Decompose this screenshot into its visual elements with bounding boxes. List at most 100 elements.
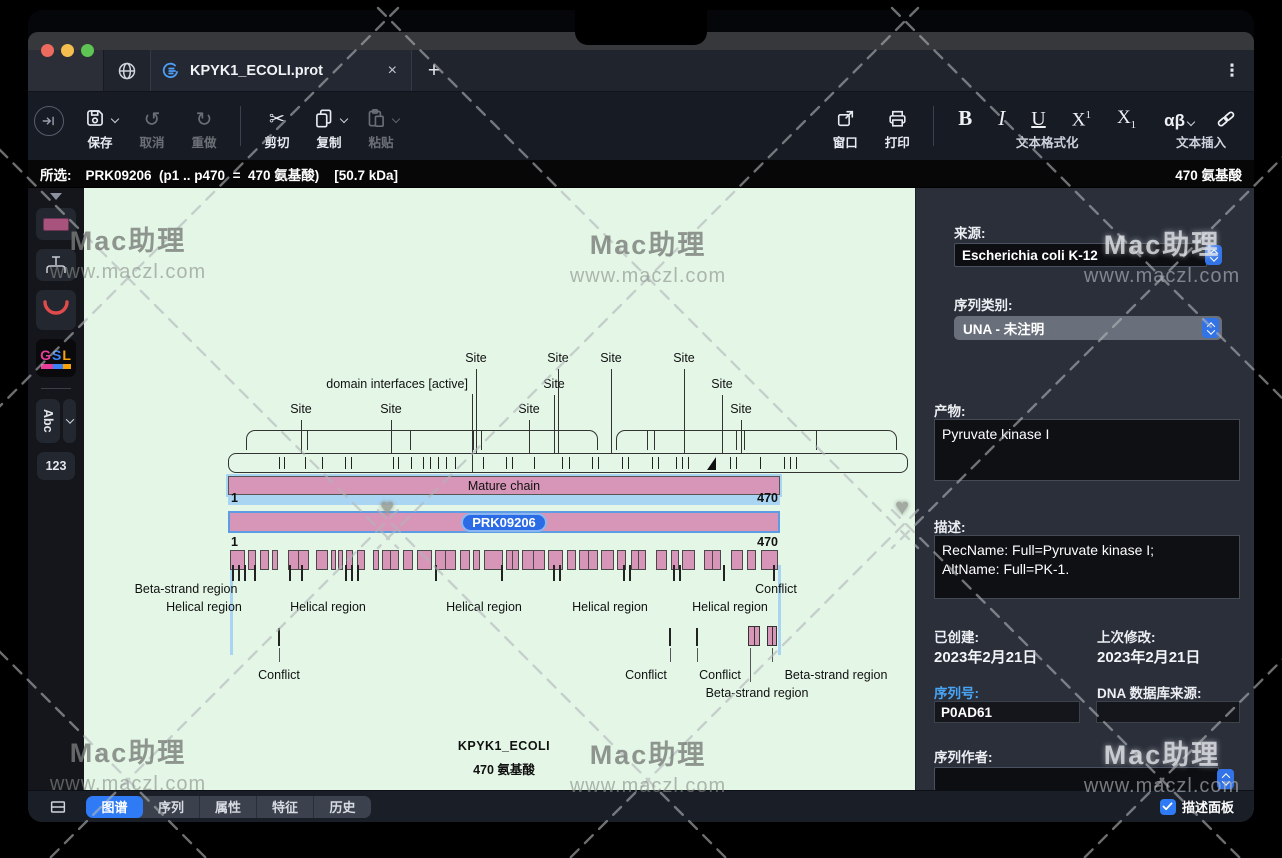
feature-block [522, 550, 545, 570]
tab-map[interactable]: 图谱 [86, 795, 143, 818]
gsl-color-tool[interactable]: GSL [36, 339, 76, 377]
selected-sequence-bar[interactable]: PRK09206 [228, 511, 780, 533]
printer-icon [886, 107, 909, 130]
heart-watermark: ♥ [895, 494, 910, 521]
external-window-icon [834, 107, 857, 130]
mature-chain-bar[interactable]: Mature chain [228, 476, 780, 495]
region-tick [289, 565, 292, 581]
site-label: Site [380, 402, 402, 416]
bold-button[interactable]: B [958, 106, 972, 131]
cut-button[interactable]: ✂ 剪切 [251, 102, 303, 151]
strip-tick [534, 457, 536, 469]
description-panel-label: 描述面板 [1181, 800, 1234, 815]
strip-tick [796, 457, 798, 469]
new-tab-button[interactable]: + [412, 50, 456, 91]
alphabet-button[interactable]: αβ [1164, 111, 1196, 131]
description-panel-toggle[interactable]: 描述面板 [1159, 797, 1234, 816]
description-textarea[interactable]: RecName: Full=Pyruvate kinase I; AltName… [934, 535, 1240, 599]
sequence-type-select[interactable]: UNA - 未注明 [954, 316, 1222, 340]
abc-tool-expander[interactable] [63, 399, 76, 443]
paste-button[interactable]: 粘贴 [355, 102, 407, 151]
bracket-tick [736, 431, 738, 450]
strip-tick [455, 457, 457, 469]
arc-icon [43, 300, 69, 315]
tab-features[interactable]: 特征 [257, 795, 314, 818]
window-button[interactable]: 窗口 [819, 102, 871, 151]
strip-tick [628, 457, 630, 469]
product-textarea[interactable]: Pyruvate kinase I [934, 419, 1240, 481]
camera-notch [575, 10, 707, 45]
checkbox-checked-icon[interactable] [1159, 798, 1176, 815]
strip-tick [423, 457, 425, 469]
save-icon [83, 106, 107, 130]
region-tick [244, 565, 247, 581]
numbering-tool[interactable]: 123 [37, 452, 75, 480]
author-label: 序列作者: [934, 750, 993, 765]
document-icon [161, 61, 181, 81]
author-input[interactable] [934, 767, 1219, 790]
close-window-button[interactable] [41, 44, 54, 57]
feature-strip[interactable] [228, 453, 908, 473]
save-button[interactable]: 保存 [74, 102, 126, 151]
tab-history[interactable]: 历史 [314, 796, 371, 818]
strip-tick [682, 457, 684, 469]
strip-tick [598, 457, 600, 469]
overflow-menu-icon[interactable]: ⋮ [1210, 50, 1254, 91]
ruler-start: 1 [231, 491, 238, 505]
annotation-color-tool[interactable] [36, 208, 76, 240]
feature-block [761, 550, 778, 570]
region-label: Helical region [290, 600, 366, 614]
tab-close-icon[interactable]: × [384, 62, 401, 80]
selection-status-bar: 所选: PRK09206 (p1 .. p470 = 470 氨基酸) [50.… [28, 160, 1254, 188]
color-chip-icon [43, 217, 69, 231]
tab-title: KPYK1_ECOLI.prot [190, 62, 323, 79]
strip-tick [512, 457, 514, 469]
feature-block [338, 550, 343, 570]
abc-text-tool[interactable]: Abc [36, 399, 60, 443]
globe-icon[interactable] [104, 50, 150, 91]
arc-tool[interactable] [36, 290, 76, 330]
superscript-button[interactable]: X1 [1072, 109, 1091, 131]
strip-tick [652, 457, 654, 469]
copy-button[interactable]: 复制 [303, 102, 355, 151]
view-tabs: 图谱 序列 属性 特征 历史 [86, 795, 371, 818]
feature-block [704, 550, 721, 570]
region-connector [279, 648, 280, 662]
undo-button[interactable]: ↺ 取消 [126, 102, 178, 151]
strip-tick [622, 457, 624, 469]
bracket-tick [473, 431, 475, 450]
source-input[interactable] [954, 243, 1207, 267]
strip-tick [784, 457, 786, 469]
strip-tick [430, 457, 432, 469]
tab-properties[interactable]: 属性 [200, 795, 257, 818]
author-stepper-icon[interactable] [1217, 769, 1234, 789]
split-view-icon[interactable] [48, 797, 68, 817]
bracket-tool[interactable] [36, 249, 76, 281]
feature-block-divider [712, 551, 713, 569]
bracket-tick [647, 431, 649, 450]
sequence-length: 470 氨基酸 [473, 763, 535, 777]
scroll-up-icon[interactable] [50, 193, 62, 200]
tab-sequence[interactable]: 序列 [143, 795, 200, 818]
region-tick [723, 565, 726, 581]
minimize-window-button[interactable] [61, 44, 74, 57]
region-block [748, 626, 760, 646]
print-button[interactable]: 打印 [871, 102, 923, 151]
region-tick [559, 565, 562, 581]
site-label: Site [543, 377, 565, 391]
subscript-button[interactable]: X1 [1117, 107, 1136, 131]
document-tab[interactable]: KPYK1_ECOLI.prot × [150, 50, 412, 91]
collapse-sidebar-icon[interactable] [34, 106, 64, 136]
dna-source-input[interactable] [1096, 701, 1240, 723]
sequence-map-view[interactable]: Mature chain 1 470 PRK09206 1 470 KPYK1_… [84, 188, 915, 790]
feature-block [631, 550, 646, 570]
italic-button[interactable]: I [998, 106, 1005, 131]
underline-button[interactable]: U [1031, 108, 1045, 131]
accession-input[interactable] [934, 701, 1080, 723]
redo-button[interactable]: ↻ 重做 [178, 102, 230, 151]
region-tick [238, 565, 241, 581]
ruler-end: 470 [757, 535, 778, 549]
source-stepper-icon[interactable] [1205, 245, 1222, 265]
zoom-window-button[interactable] [81, 44, 94, 57]
link-button[interactable] [1214, 107, 1238, 131]
